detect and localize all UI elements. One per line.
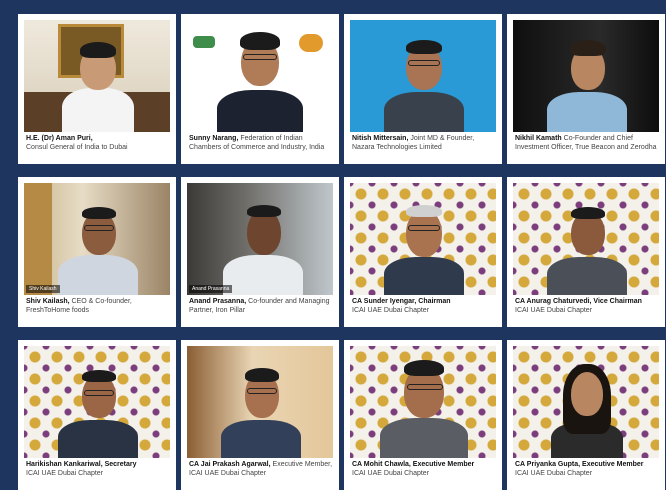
participant-tile[interactable]: Anand Prasanna Anand Prasanna, Co-founde… — [181, 177, 339, 327]
participant-name: CA Priyanka Gupta, Executive Member — [515, 461, 644, 468]
video-feed: Shiv Kailash — [24, 183, 170, 295]
participant-caption: Anand Prasanna, Co-founder and Managing … — [189, 298, 333, 315]
participant-tile[interactable]: Shiv Kailash Shiv Kailash, CEO & Co-foun… — [18, 177, 176, 327]
participant-caption: H.E. (Dr) Aman Puri, Consul General of I… — [26, 135, 170, 152]
video-feed — [513, 20, 659, 132]
video-feed — [187, 20, 333, 132]
participant-tile[interactable]: CA Priyanka Gupta, Executive Member ICAI… — [507, 340, 665, 490]
participant-tile[interactable]: CA Anurag Chaturvedi, Vice Chairman ICAI… — [507, 177, 665, 327]
participant-role: ICAI UAE Dubai Chapter — [352, 469, 430, 477]
participant-caption: Nikhil Kamath Co-Founder and Chief Inves… — [515, 135, 659, 152]
participant-name: Shiv Kailash, — [26, 298, 70, 305]
participant-tile[interactable]: Nikhil Kamath Co-Founder and Chief Inves… — [507, 14, 665, 164]
participant-name: Harikishan Kankariwal, Secretary — [26, 461, 137, 468]
participant-role: ICAI UAE Dubai Chapter — [352, 306, 430, 314]
video-feed — [513, 346, 659, 458]
participant-role: Consul General of India to Dubai — [26, 143, 128, 151]
participant-name: CA Mohit Chawla, Executive Member — [352, 461, 475, 468]
participant-name: CA Anurag Chaturvedi, Vice Chairman — [515, 298, 642, 305]
participant-caption: CA Priyanka Gupta, Executive Member ICAI… — [515, 461, 659, 478]
participant-name: Anand Prasanna, — [189, 298, 247, 305]
video-feed — [350, 183, 496, 295]
video-feed — [350, 346, 496, 458]
video-grid: H.E. (Dr) Aman Puri, Consul General of I… — [18, 14, 666, 490]
video-feed — [513, 183, 659, 295]
participant-role: ICAI UAE Dubai Chapter — [515, 469, 593, 477]
participant-tile[interactable]: Nitish Mittersain, Joint MD & Founder, N… — [344, 14, 502, 164]
participant-name: CA Jai Prakash Agarwal, — [189, 461, 271, 468]
participant-tile[interactable]: CA Sunder Iyengar, Chairman ICAI UAE Dub… — [344, 177, 502, 327]
participant-name: H.E. (Dr) Aman Puri, — [26, 135, 93, 142]
participant-tile[interactable]: Harikishan Kankariwal, Secretary ICAI UA… — [18, 340, 176, 490]
video-name-tag: Anand Prasanna — [189, 285, 233, 293]
participant-caption: CA Jai Prakash Agarwal, Executive Member… — [189, 461, 333, 478]
video-feed — [187, 346, 333, 458]
participant-caption: Harikishan Kankariwal, Secretary ICAI UA… — [26, 461, 170, 478]
participant-name: Sunny Narang, — [189, 135, 239, 142]
participant-tile[interactable]: CA Jai Prakash Agarwal, Executive Member… — [181, 340, 339, 490]
participant-tile[interactable]: Sunny Narang, Federation of Indian Chamb… — [181, 14, 339, 164]
video-feed — [350, 20, 496, 132]
video-feed: Anand Prasanna — [187, 183, 333, 295]
participant-caption: CA Anurag Chaturvedi, Vice Chairman ICAI… — [515, 298, 659, 315]
participant-role: ICAI UAE Dubai Chapter — [26, 469, 104, 477]
participant-caption: CA Sunder Iyengar, Chairman ICAI UAE Dub… — [352, 298, 496, 315]
participant-caption: Nitish Mittersain, Joint MD & Founder, N… — [352, 135, 496, 152]
participant-name: CA Sunder Iyengar, Chairman — [352, 298, 451, 305]
participant-caption: Shiv Kailash, CEO & Co-founder, FreshToH… — [26, 298, 170, 315]
participant-tile[interactable]: H.E. (Dr) Aman Puri, Consul General of I… — [18, 14, 176, 164]
video-name-tag: Shiv Kailash — [26, 285, 60, 293]
participant-name: Nitish Mittersain, — [352, 135, 409, 142]
participant-name: Nikhil Kamath — [515, 135, 562, 142]
participant-caption: Sunny Narang, Federation of Indian Chamb… — [189, 135, 333, 152]
video-feed — [24, 346, 170, 458]
participant-role: ICAI UAE Dubai Chapter — [515, 306, 593, 314]
video-feed — [24, 20, 170, 132]
participant-tile[interactable]: CA Mohit Chawla, Executive Member ICAI U… — [344, 340, 502, 490]
participant-caption: CA Mohit Chawla, Executive Member ICAI U… — [352, 461, 496, 478]
